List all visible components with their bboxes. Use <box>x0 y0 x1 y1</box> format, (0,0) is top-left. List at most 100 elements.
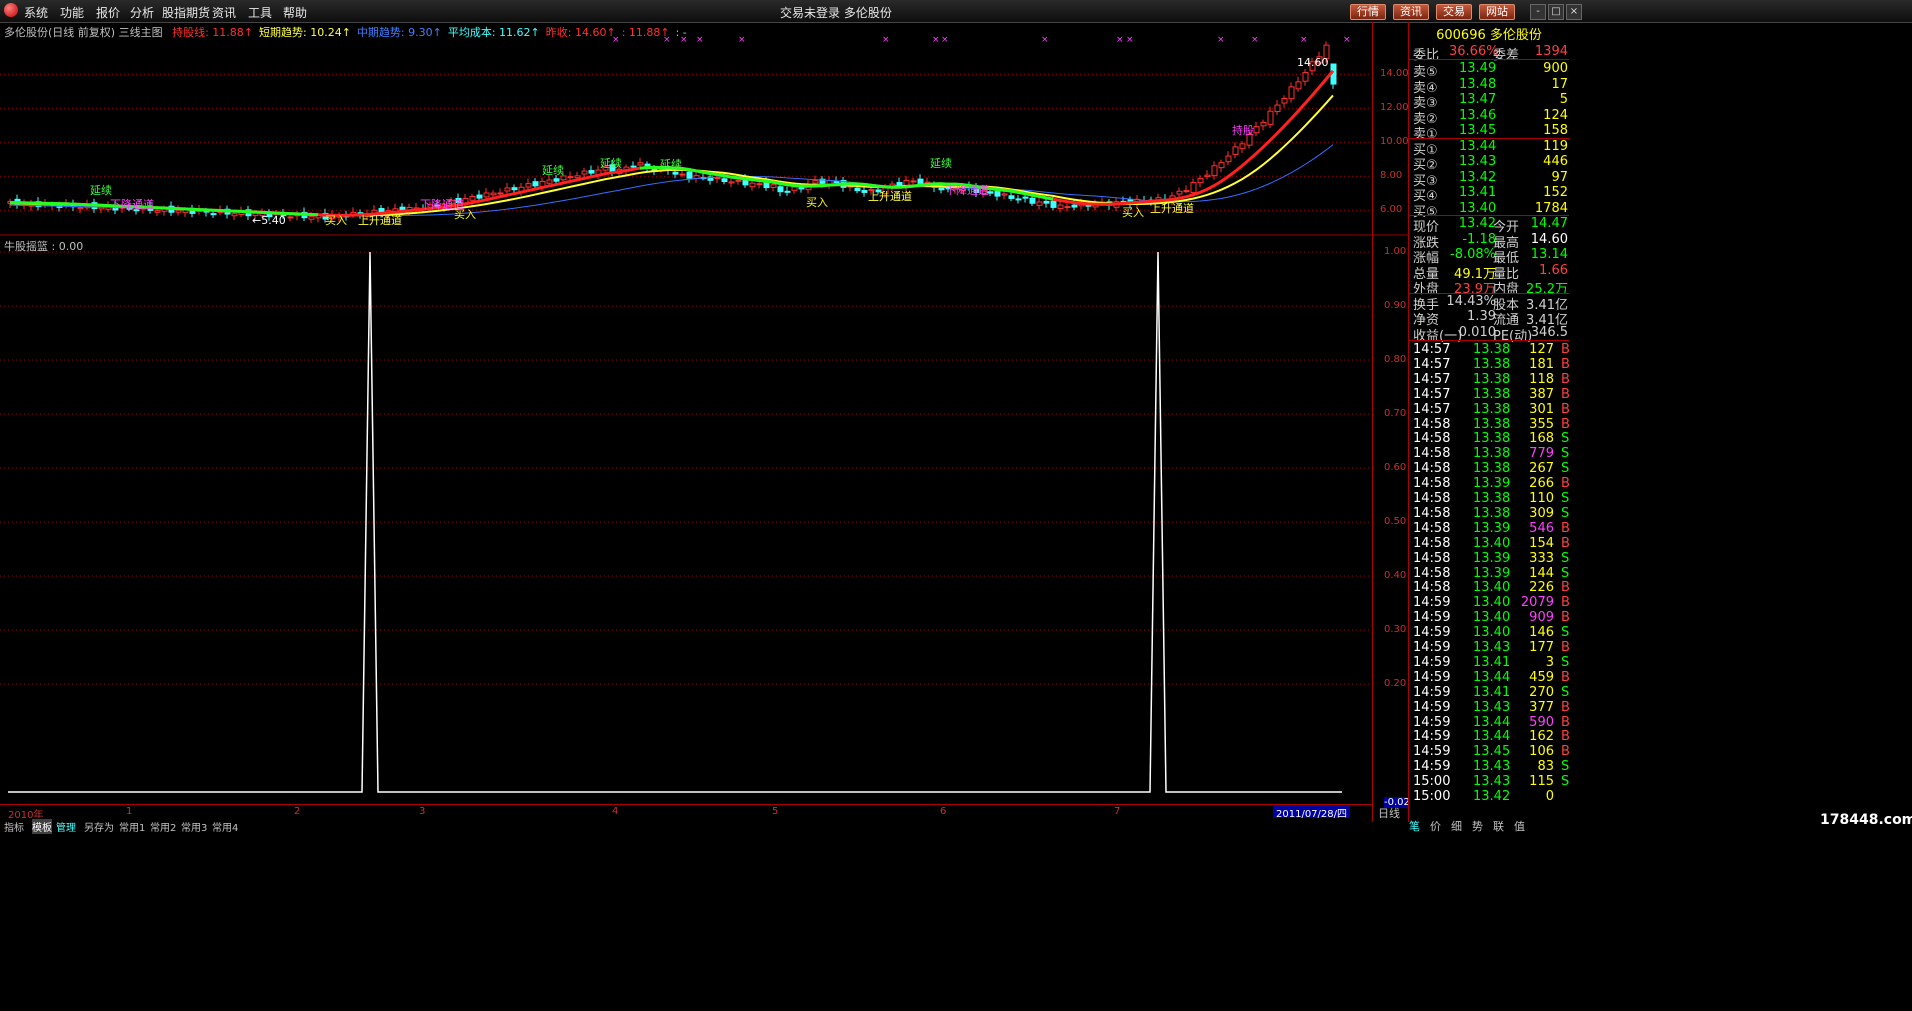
panel-tab-2[interactable]: 细 <box>1451 820 1462 833</box>
panel-tab-3[interactable]: 势 <box>1472 820 1483 833</box>
tick-side: B <box>1561 356 1570 372</box>
sell-volume: 17 <box>1551 76 1568 92</box>
candle-body <box>630 165 637 168</box>
tab-2[interactable]: 管理 <box>56 819 76 834</box>
maximize-button[interactable]: □ <box>1548 4 1564 20</box>
panel-tab-1[interactable]: 价 <box>1430 820 1441 833</box>
tick-price: 13.38 <box>1473 416 1511 432</box>
menu-tools[interactable]: 工具 <box>248 4 272 21</box>
tick-price: 13.40 <box>1473 625 1511 641</box>
trade-button[interactable]: 交易 <box>1436 4 1472 20</box>
candle-body <box>546 179 553 184</box>
tick-row: 14:59 13.41 3 S <box>1409 655 1912 670</box>
panel-divider-line <box>1409 292 1569 294</box>
tick-volume: 181 <box>1529 356 1554 372</box>
tick-row: 14:59 13.43 177 B <box>1409 640 1912 655</box>
tick-side: B <box>1561 386 1570 402</box>
tick-volume: 909 <box>1529 610 1554 626</box>
price-tick-label: 12.00 <box>1380 102 1409 114</box>
tab-1[interactable]: 模板 <box>32 819 52 834</box>
panel-tab-bar: 笔价细势联值 <box>1409 818 1535 834</box>
tick-row: 14:58 13.39 546 B <box>1409 521 1912 536</box>
quote-stat-row: 外盘 23.9万 内盘 25.2万 <box>1409 278 1912 297</box>
buy-volume: 152 <box>1543 185 1568 200</box>
menu-analysis[interactable]: 分析 <box>130 4 154 21</box>
tick-side: B <box>1561 371 1570 387</box>
tab-4[interactable]: 常用1 <box>119 819 145 834</box>
period-label[interactable]: 日线 <box>1378 805 1400 821</box>
tick-volume: 779 <box>1529 446 1554 462</box>
menu-function[interactable]: 功能 <box>60 4 84 21</box>
tab-7[interactable]: 常用4 <box>212 819 238 834</box>
sell-price: 13.48 <box>1459 76 1497 92</box>
tab-3[interactable]: 另存为 <box>84 819 114 834</box>
buy-price: 13.43 <box>1459 154 1497 169</box>
signal-marker: × <box>882 35 890 45</box>
tick-volume: 154 <box>1529 535 1554 551</box>
menu-help[interactable]: 帮助 <box>283 4 307 21</box>
tick-price: 13.39 <box>1473 520 1511 536</box>
panel-tab-0[interactable]: 笔 <box>1409 820 1420 833</box>
price-chart[interactable]: × × × × × × × × × × × × × × ×上升通道上升通道上升通道买入 买入买入买入延续延续延… <box>0 22 1408 236</box>
tick-volume: 115 <box>1529 774 1554 790</box>
website-button[interactable]: 网站 <box>1479 4 1515 20</box>
tick-price: 13.38 <box>1473 446 1511 462</box>
tick-side: B <box>1561 744 1570 760</box>
tick-time: 14:59 <box>1413 654 1451 670</box>
chart-annotation: 延续 <box>930 156 952 170</box>
indicator-tick-label: 0.40 <box>1384 570 1407 581</box>
candle-body <box>728 181 735 184</box>
tick-side: S <box>1561 774 1570 790</box>
tick-row: 14:59 13.44 459 B <box>1409 670 1912 685</box>
buy-price: 13.40 <box>1459 200 1497 216</box>
menu-quote[interactable]: 报价 <box>96 4 120 21</box>
indicator-tick-label: 1.00 <box>1384 246 1407 257</box>
menu-system[interactable]: 系统 <box>24 4 48 21</box>
signal-marker: × <box>1126 35 1134 45</box>
chart-annotation: 持股 <box>1232 123 1254 137</box>
candle-body <box>504 187 511 192</box>
news-button[interactable]: 资讯 <box>1393 4 1429 20</box>
candle-body <box>1232 146 1239 155</box>
sell-volume: 158 <box>1543 123 1568 138</box>
tab-0[interactable]: 指标 <box>4 819 24 834</box>
indicator-chart[interactable] <box>0 236 1408 804</box>
tick-price: 13.40 <box>1473 580 1511 596</box>
price-tick-label: 6.00 <box>1380 204 1403 216</box>
quote-button[interactable]: 行情 <box>1350 4 1386 20</box>
signal-marker: × <box>1300 35 1308 45</box>
app-logo-icon[interactable] <box>4 3 18 17</box>
tick-time: 14:57 <box>1413 356 1451 372</box>
close-button[interactable]: × <box>1566 4 1582 20</box>
tick-time: 14:57 <box>1413 401 1451 417</box>
tick-price: 13.40 <box>1473 535 1511 551</box>
candle-body <box>854 187 861 192</box>
tick-time: 14:59 <box>1413 595 1451 611</box>
candle-body <box>735 179 742 182</box>
tick-side: B <box>1561 580 1570 596</box>
chart-annotation: 买入 <box>325 214 347 227</box>
tick-row: 14:59 13.40 2079 B <box>1409 595 1912 610</box>
candle-body <box>784 190 791 193</box>
tick-side: B <box>1561 342 1570 357</box>
down-channel-line <box>639 165 1054 201</box>
panel-divider-line <box>1409 137 1569 139</box>
candle-body <box>1253 126 1260 134</box>
tick-time: 14:58 <box>1413 565 1451 581</box>
fundamental-row: 收益(一) 0.010 PE(动) 346.5 <box>1409 324 1912 344</box>
panel-tab-4[interactable]: 联 <box>1493 820 1504 833</box>
tick-time: 14:59 <box>1413 699 1451 715</box>
stat-value: 0.010 <box>1458 324 1496 340</box>
tick-price: 13.38 <box>1473 356 1511 372</box>
panel-tab-5[interactable]: 值 <box>1514 820 1525 833</box>
tick-row: 14:59 13.43 83 S <box>1409 759 1912 774</box>
menu-futures[interactable]: 股指期货 <box>162 4 210 21</box>
candle-body <box>1190 182 1197 194</box>
tab-5[interactable]: 常用2 <box>150 819 176 834</box>
menu-news[interactable]: 资讯 <box>212 4 236 21</box>
tick-row: 14:57 13.38 118 B <box>1409 372 1912 387</box>
tab-6[interactable]: 常用3 <box>181 819 207 834</box>
minimize-button[interactable]: - <box>1530 4 1546 20</box>
tick-time: 14:58 <box>1413 520 1451 536</box>
candle-body <box>1183 190 1190 193</box>
